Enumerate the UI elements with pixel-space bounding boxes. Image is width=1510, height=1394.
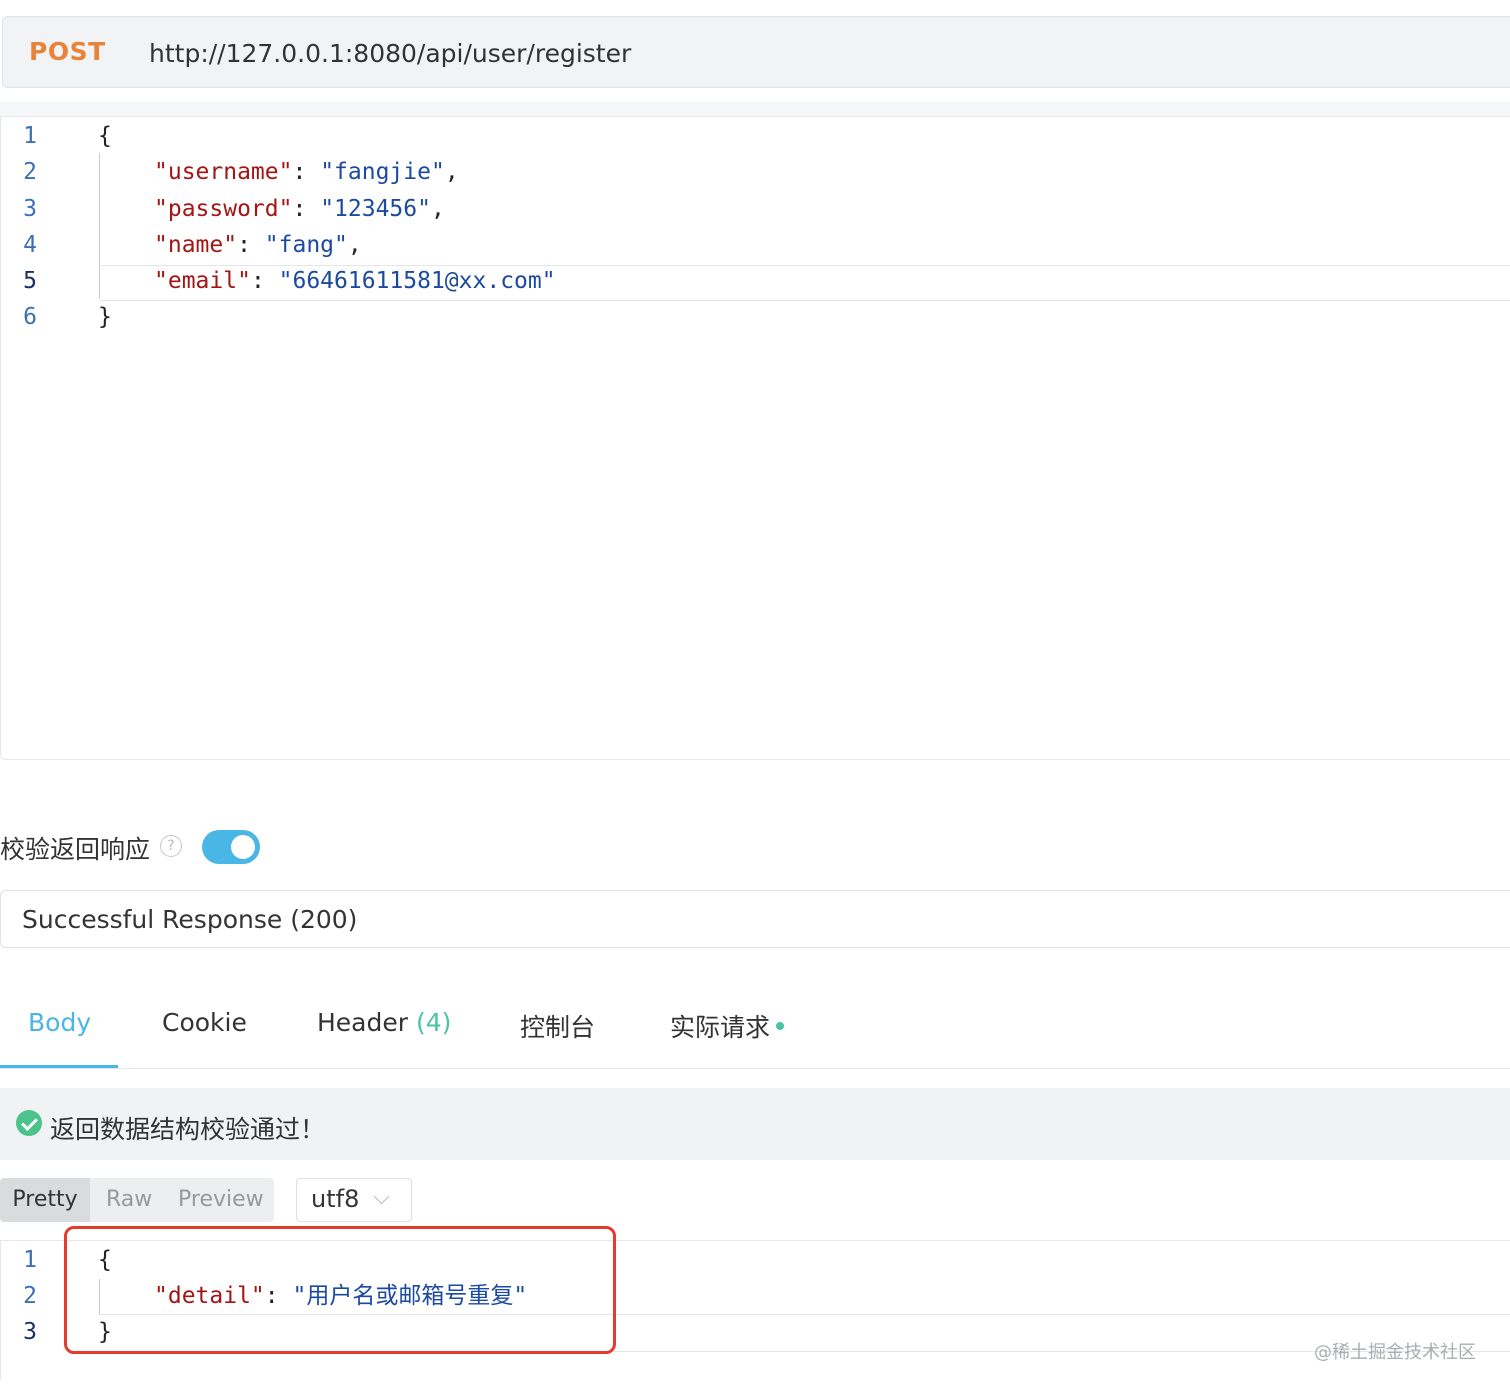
divider-strip xyxy=(0,102,1510,116)
check-circle-icon xyxy=(16,1110,42,1136)
line-number: 1 xyxy=(23,123,37,149)
view-raw-button[interactable]: Raw xyxy=(106,1178,152,1222)
code-line: "email": "66461611581@xx.com" xyxy=(154,268,556,294)
chevron-down-icon xyxy=(373,1188,390,1205)
tab-cookie[interactable]: Cookie xyxy=(162,1008,247,1037)
request-url-bar[interactable]: POST http://127.0.0.1:8080/api/user/regi… xyxy=(2,16,1510,88)
line-number: 3 xyxy=(23,1319,37,1345)
json-value: "fang" xyxy=(264,232,348,258)
indent-guide xyxy=(99,153,100,299)
toggle-knob xyxy=(231,835,255,859)
line-number: 2 xyxy=(23,1283,37,1309)
view-pretty-button[interactable]: Pretty xyxy=(0,1178,90,1222)
validation-result-bar: 返回数据结构校验通过！ xyxy=(0,1088,1510,1160)
validate-response-label: 校验返回响应 xyxy=(0,835,151,864)
line-number: 2 xyxy=(23,159,37,185)
validate-response-toggle[interactable] xyxy=(202,830,260,864)
highlight-annotation-box xyxy=(64,1226,616,1354)
json-value: "123456" xyxy=(320,196,431,222)
view-preview-button[interactable]: Preview xyxy=(178,1178,264,1222)
line-number: 1 xyxy=(23,1247,37,1273)
close-brace: } xyxy=(98,304,112,330)
help-icon[interactable]: ? xyxy=(160,835,182,857)
line-number: 6 xyxy=(23,304,37,330)
line-number: 4 xyxy=(23,232,37,258)
tab-body[interactable]: Body xyxy=(28,1008,91,1037)
json-value: "66461611581@xx.com" xyxy=(278,268,556,294)
response-selector[interactable]: Successful Response (200) xyxy=(0,890,1510,948)
encoding-select[interactable]: utf8 xyxy=(296,1178,412,1222)
json-value: "fangjie" xyxy=(320,159,445,185)
json-key: "password" xyxy=(154,196,293,222)
http-method-selector[interactable]: POST xyxy=(29,37,106,66)
watermark: @稀土掘金技术社区 xyxy=(1314,1342,1476,1363)
header-count: (4) xyxy=(415,1008,452,1037)
validation-result-text: 返回数据结构校验通过！ xyxy=(50,1115,326,1144)
tab-actual-request[interactable]: 实际请求 xyxy=(670,1008,785,1044)
tab-header[interactable]: Header (4) xyxy=(317,1008,451,1037)
code-line: "name": "fang", xyxy=(154,232,362,258)
tabs-divider xyxy=(0,1068,1510,1069)
code-line: { xyxy=(98,118,112,154)
tab-console[interactable]: 控制台 xyxy=(520,1008,595,1044)
code-line: "password": "123456", xyxy=(154,196,445,222)
json-key: "email" xyxy=(154,268,251,294)
status-dot-icon xyxy=(776,1022,785,1030)
json-key: "name" xyxy=(154,232,238,258)
line-number: 3 xyxy=(23,196,37,222)
request-body-editor[interactable]: 1 2 3 4 5 6 { "username": "fangjie", "pa… xyxy=(0,116,1510,760)
response-selector-label: Successful Response (200) xyxy=(22,905,358,934)
view-mode-segmented: Pretty Raw Preview xyxy=(0,1178,274,1222)
encoding-value: utf8 xyxy=(311,1185,360,1213)
json-key: "username" xyxy=(154,159,293,185)
url-input[interactable]: http://127.0.0.1:8080/api/user/register xyxy=(149,39,631,68)
code-line: } xyxy=(98,299,112,335)
open-brace: { xyxy=(98,123,112,149)
line-number: 5 xyxy=(23,268,37,294)
code-line: "username": "fangjie", xyxy=(154,159,459,185)
